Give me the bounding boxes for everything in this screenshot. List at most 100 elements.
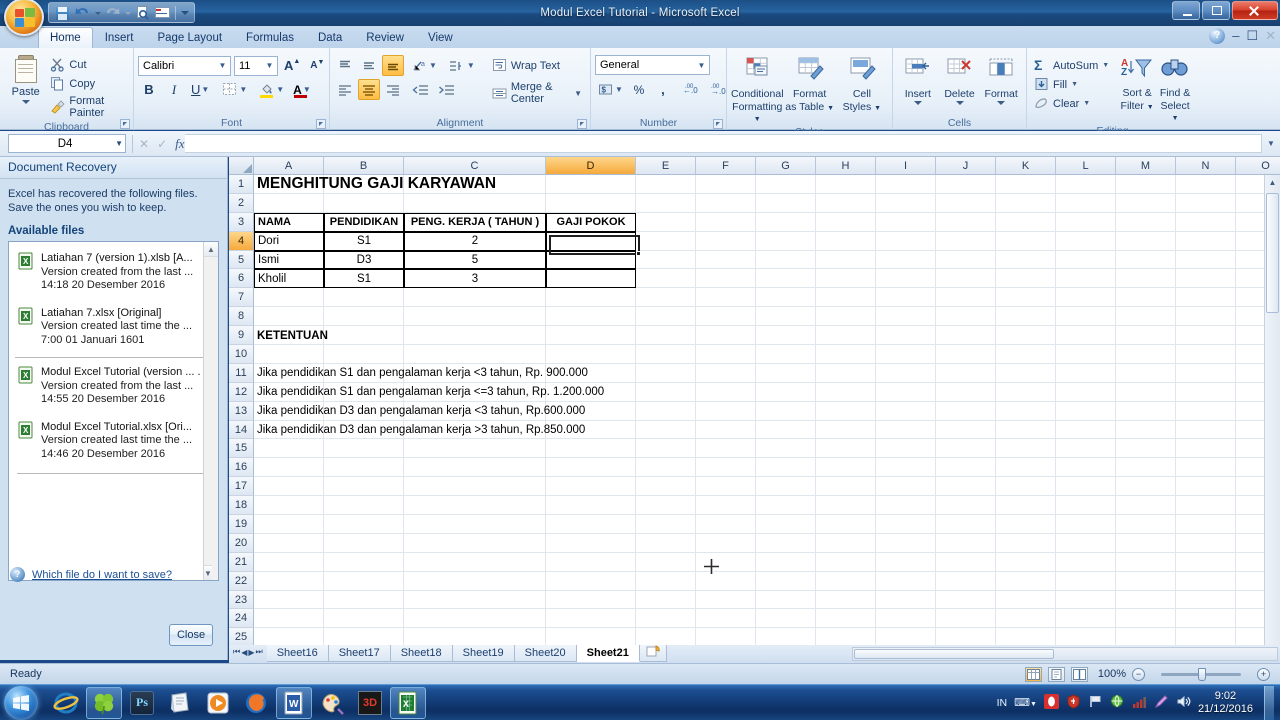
cell-C10[interactable] — [404, 345, 546, 364]
cell-F2[interactable] — [696, 193, 756, 213]
cell-B6[interactable]: S1 — [324, 269, 404, 289]
cell-G13[interactable] — [756, 401, 816, 421]
cell-N2[interactable] — [1176, 193, 1236, 213]
cell-C23[interactable] — [404, 590, 546, 610]
zoom-in-button[interactable]: + — [1257, 667, 1270, 681]
prev-sheet-icon[interactable]: ◀ — [241, 648, 247, 657]
cell-H20[interactable] — [816, 533, 876, 553]
recovery-close-button[interactable]: Close — [169, 624, 213, 646]
cell-C24[interactable] — [404, 609, 546, 629]
cell-D3[interactable]: GAJI POKOK — [546, 212, 636, 232]
cell-N14[interactable] — [1176, 420, 1236, 440]
3d-app-icon[interactable]: 3D — [352, 687, 388, 719]
antivirus-icon[interactable] — [1066, 693, 1081, 712]
cell-A3[interactable]: NAMA — [254, 212, 324, 232]
cell-N8[interactable] — [1176, 307, 1236, 327]
name-box-dropdown-icon[interactable]: ▼ — [115, 139, 123, 148]
cell-F1[interactable] — [696, 175, 756, 194]
column-header-I[interactable]: I — [876, 157, 936, 175]
middle-align-button[interactable] — [358, 55, 380, 76]
cell-A22[interactable] — [254, 571, 324, 591]
cell-H14[interactable] — [816, 420, 876, 440]
cell-J24[interactable] — [936, 609, 996, 629]
cell-B7[interactable] — [324, 288, 404, 308]
cell-H17[interactable] — [816, 477, 876, 497]
cell-D15[interactable] — [546, 439, 636, 459]
cell-L1[interactable] — [1056, 175, 1116, 194]
cell-J8[interactable] — [936, 307, 996, 327]
normal-view-button[interactable] — [1024, 666, 1042, 682]
increase-decimal-button[interactable]: ←.0.00 — [680, 79, 706, 100]
cell-I14[interactable] — [876, 420, 936, 440]
cell-K19[interactable] — [996, 515, 1056, 534]
cell-A2[interactable] — [254, 193, 324, 213]
network-flag-icon[interactable] — [1088, 694, 1103, 712]
align-center-button[interactable] — [358, 79, 380, 100]
cell-J10[interactable] — [936, 345, 996, 364]
redo-icon[interactable] — [103, 4, 122, 22]
spelling-icon[interactable] — [153, 4, 172, 22]
comma-style-button[interactable]: , — [652, 79, 674, 100]
merge-center-button[interactable]: Merge & Center ▼ — [488, 79, 586, 107]
fill-color-button[interactable]: ▼ — [257, 79, 287, 100]
orientation-button[interactable]: a ▼ — [409, 55, 440, 76]
cell-J15[interactable] — [936, 439, 996, 459]
cell-G1[interactable] — [756, 175, 816, 194]
accounting-format-button[interactable]: $ ▼ — [595, 79, 626, 100]
cell-F24[interactable] — [696, 609, 756, 629]
cell-J5[interactable] — [936, 250, 996, 270]
column-header-A[interactable]: A — [254, 157, 324, 175]
cell-D7[interactable] — [546, 288, 636, 308]
cell-G5[interactable] — [756, 250, 816, 270]
word-icon[interactable]: W — [276, 686, 312, 719]
cell-M16[interactable] — [1116, 458, 1176, 478]
opera-icon[interactable] — [1043, 693, 1059, 712]
last-sheet-icon[interactable]: ⏭ — [256, 647, 263, 657]
cell-H6[interactable] — [816, 269, 876, 289]
number-dialog-launcher[interactable] — [713, 119, 723, 129]
cell-A20[interactable] — [254, 533, 324, 553]
cell-H11[interactable] — [816, 363, 876, 383]
font-name-combo[interactable]: Calibri ▼ — [138, 55, 231, 76]
recovered-file-item[interactable]: X Modul Excel Tutorial (version ... . Ve… — [15, 357, 214, 417]
cell-J16[interactable] — [936, 458, 996, 478]
cell-G6[interactable] — [756, 269, 816, 289]
cell-L22[interactable] — [1056, 571, 1116, 591]
cell-M19[interactable] — [1116, 515, 1176, 534]
cell-L10[interactable] — [1056, 345, 1116, 364]
cell-K7[interactable] — [996, 288, 1056, 308]
row-header-7[interactable]: 7 — [229, 288, 254, 308]
excel-icon[interactable]: X — [390, 686, 426, 719]
cell-F5[interactable] — [696, 250, 756, 270]
cell-I12[interactable] — [876, 382, 936, 402]
cell-M23[interactable] — [1116, 590, 1176, 610]
cell-J9[interactable] — [936, 326, 996, 346]
cell-L12[interactable] — [1056, 382, 1116, 402]
cell-E22[interactable] — [636, 571, 696, 591]
cell-L16[interactable] — [1056, 458, 1116, 478]
cell-G7[interactable] — [756, 288, 816, 308]
cell-I10[interactable] — [876, 345, 936, 364]
cell-I13[interactable] — [876, 401, 936, 421]
cell-H3[interactable] — [816, 212, 876, 232]
cell-J21[interactable] — [936, 552, 996, 572]
format-as-table-button[interactable]: Format as Table ▼ — [784, 55, 836, 114]
cell-E12[interactable] — [636, 382, 696, 402]
cell-L8[interactable] — [1056, 307, 1116, 327]
sheet-tab-sheet16[interactable]: Sheet16 — [266, 645, 329, 662]
cell-G18[interactable] — [756, 496, 816, 516]
recovered-file-item[interactable]: X Modul Excel Tutorial.xlsx [Ori... Vers… — [15, 417, 214, 472]
paste-dropdown-icon[interactable] — [21, 100, 30, 104]
cell-L20[interactable] — [1056, 533, 1116, 553]
cell-B9[interactable] — [324, 326, 404, 346]
cell-D23[interactable] — [546, 590, 636, 610]
cell-D17[interactable] — [546, 477, 636, 497]
cell-N5[interactable] — [1176, 250, 1236, 270]
insert-dropdown-icon[interactable] — [913, 101, 922, 105]
firefox-icon[interactable] — [238, 687, 274, 719]
cell-J4[interactable] — [936, 231, 996, 251]
cell-G3[interactable] — [756, 212, 816, 232]
row-header-3[interactable]: 3 — [229, 212, 254, 232]
tab-insert[interactable]: Insert — [93, 27, 146, 48]
cell-D2[interactable] — [546, 193, 636, 213]
